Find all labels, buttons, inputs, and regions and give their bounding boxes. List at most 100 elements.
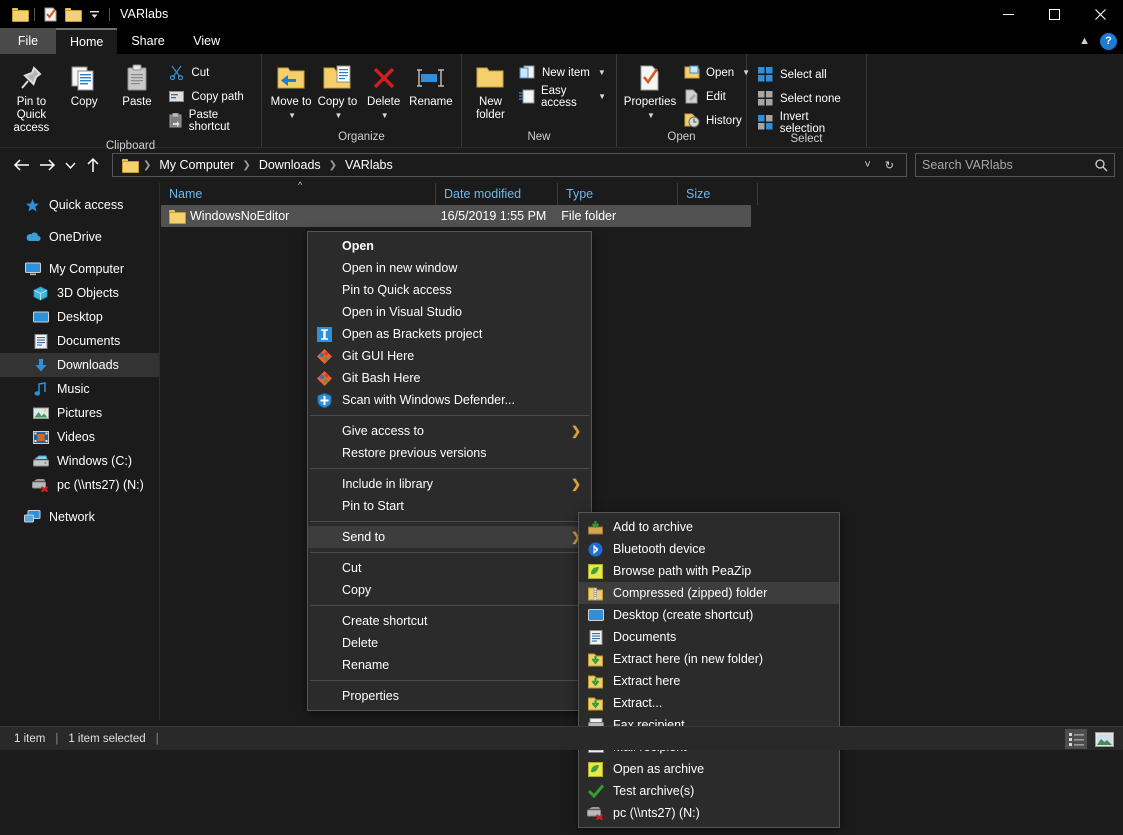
menu-item-open-as-brackets-project[interactable]: Open as Brackets project <box>308 323 591 345</box>
delete-button[interactable]: Delete ▼ <box>361 58 407 124</box>
menu-item-rename[interactable]: Rename <box>308 654 591 676</box>
sidebar-item-desktop[interactable]: Desktop <box>0 305 159 329</box>
large-icons-view-button[interactable] <box>1093 729 1115 749</box>
select-none-button[interactable]: Select none <box>753 88 860 109</box>
chevron-down-icon[interactable]: ▼ <box>334 111 342 120</box>
chevron-down-icon[interactable]: ▼ <box>598 92 606 101</box>
chevron-down-icon[interactable]: ▼ <box>647 111 655 120</box>
chevron-down-icon[interactable]: ˅ <box>858 159 876 171</box>
menu-item-properties[interactable]: Properties <box>308 685 591 707</box>
sidebar-item-downloads[interactable]: Downloads <box>0 353 159 377</box>
minimize-button[interactable] <box>985 0 1031 28</box>
customize-dropdown-icon[interactable] <box>83 3 105 25</box>
submenu-item-documents[interactable]: Documents <box>579 626 839 648</box>
rename-button[interactable]: Rename <box>407 58 455 113</box>
copy-button[interactable]: Copy <box>59 58 110 113</box>
menu-item-include-in-library[interactable]: Include in library ❯ <box>308 473 591 495</box>
column-header-name[interactable]: ^ Name <box>161 180 436 205</box>
chevron-up-icon[interactable]: ▲ <box>1079 35 1090 47</box>
move-to-button[interactable]: Move to ▼ <box>268 58 314 124</box>
column-header-type[interactable]: Type <box>558 183 678 205</box>
sidebar-item-pc-nts27[interactable]: pc (\\nts27) (N:) <box>0 473 159 497</box>
help-icon[interactable]: ? <box>1100 32 1117 50</box>
menu-item-cut[interactable]: Cut <box>308 557 591 579</box>
menu-item-create-shortcut[interactable]: Create shortcut <box>308 610 591 632</box>
menu-item-pin-to-start[interactable]: Pin to Start <box>308 495 591 517</box>
tab-share[interactable]: Share <box>117 28 178 54</box>
submenu-item-extract-here[interactable]: Extract here <box>579 670 839 692</box>
submenu-item-bluetooth-device[interactable]: Bluetooth device <box>579 538 839 560</box>
search-input[interactable]: Search VARlabs <box>915 153 1115 177</box>
menu-item-pin-to-quick-access[interactable]: Pin to Quick access <box>308 279 591 301</box>
new-folder-button[interactable]: New folder <box>468 58 513 126</box>
menu-item-open-in-new-window[interactable]: Open in new window <box>308 257 591 279</box>
tab-file[interactable]: File <box>0 28 56 54</box>
column-header-date-modified[interactable]: Date modified <box>436 183 558 205</box>
submenu-item-desktop-create-shortcut[interactable]: Desktop (create shortcut) <box>579 604 839 626</box>
sidebar-item-3d-objects[interactable]: 3D Objects <box>0 281 159 305</box>
sidebar-item-quick-access[interactable]: Quick access <box>0 193 159 217</box>
menu-item-copy[interactable]: Copy <box>308 579 591 601</box>
sidebar-item-onedrive[interactable]: OneDrive <box>0 225 159 249</box>
submenu-item-test-archives[interactable]: Test archive(s) <box>579 780 839 802</box>
paste-shortcut-button[interactable]: Paste shortcut <box>164 109 255 133</box>
menu-item-give-access-to[interactable]: Give access to ❯ <box>308 420 591 442</box>
new-item-button[interactable]: New item ▼ <box>515 62 610 83</box>
details-view-button[interactable] <box>1065 729 1087 749</box>
paste-button[interactable]: Paste <box>112 58 163 113</box>
recent-locations-button[interactable] <box>60 152 80 178</box>
sidebar-item-network[interactable]: Network <box>0 505 159 529</box>
menu-item-open-in-visual-studio[interactable]: Open in Visual Studio <box>308 301 591 323</box>
tab-home[interactable]: Home <box>56 28 118 54</box>
tab-view[interactable]: View <box>179 28 235 54</box>
open-button[interactable]: Open ▼ <box>679 62 754 83</box>
search-icon[interactable] <box>1095 158 1108 172</box>
sidebar-item-videos[interactable]: Videos <box>0 425 159 449</box>
menu-item-open[interactable]: Open <box>308 235 591 257</box>
invert-selection-button[interactable]: Invert selection <box>753 111 860 135</box>
cut-button[interactable]: Cut <box>164 62 255 83</box>
menu-item-delete[interactable]: Delete <box>308 632 591 654</box>
submenu-item-open-as-archive[interactable]: Open as archive <box>579 758 839 780</box>
menu-item-git-gui-here[interactable]: Git GUI Here <box>308 345 591 367</box>
column-header-size[interactable]: Size <box>678 183 758 205</box>
breadcrumb-item-downloads[interactable]: Downloads <box>254 158 326 172</box>
history-button[interactable]: History <box>679 110 754 131</box>
pin-to-quick-access-button[interactable]: Pin to Quick access <box>6 58 57 140</box>
chevron-down-icon[interactable]: ▼ <box>598 68 606 77</box>
menu-item-send-to[interactable]: Send to ❯ <box>308 526 591 548</box>
select-all-button[interactable]: Select all <box>753 64 860 85</box>
back-button[interactable] <box>8 152 34 178</box>
submenu-item-pc-nts27[interactable]: pc (\\nts27) (N:) <box>579 802 839 824</box>
menu-item-git-bash-here[interactable]: Git Bash Here <box>308 367 591 389</box>
up-button[interactable] <box>80 152 106 178</box>
menu-item-scan-with-windows-defender[interactable]: Scan with Windows Defender... <box>308 389 591 411</box>
new-folder-icon[interactable] <box>61 3 83 25</box>
easy-access-button[interactable]: Easy access ▼ <box>515 85 610 109</box>
submenu-item-extract[interactable]: Extract... <box>579 692 839 714</box>
forward-button[interactable] <box>34 152 60 178</box>
close-button[interactable] <box>1077 0 1123 28</box>
sidebar-item-music[interactable]: Music <box>0 377 159 401</box>
submenu-item-extract-here-in-new-folder[interactable]: Extract here (in new folder) <box>579 648 839 670</box>
maximize-button[interactable] <box>1031 0 1077 28</box>
sidebar-item-documents[interactable]: Documents <box>0 329 159 353</box>
breadcrumb-item-varlabs[interactable]: VARlabs <box>340 158 398 172</box>
folder-icon[interactable] <box>8 3 30 25</box>
table-row[interactable]: WindowsNoEditor 16/5/2019 1:55 PM File f… <box>161 205 751 227</box>
refresh-icon[interactable]: ↻ <box>879 159 900 172</box>
sidebar-item-windows-c[interactable]: Windows (C:) <box>0 449 159 473</box>
sidebar-item-pictures[interactable]: Pictures <box>0 401 159 425</box>
chevron-down-icon[interactable]: ▼ <box>288 111 296 120</box>
edit-button[interactable]: Edit <box>679 86 754 107</box>
breadcrumb[interactable]: ❯ My Computer ❯ Downloads ❯ VARlabs ˅ ↻ <box>112 153 907 177</box>
submenu-item-browse-path-with-peazip[interactable]: Browse path with PeaZip <box>579 560 839 582</box>
menu-item-restore-previous-versions[interactable]: Restore previous versions <box>308 442 591 464</box>
properties-icon[interactable] <box>39 3 61 25</box>
sidebar-item-my-computer[interactable]: My Computer <box>0 257 159 281</box>
breadcrumb-item-my-computer[interactable]: My Computer <box>154 158 239 172</box>
copy-to-button[interactable]: Copy to ▼ <box>314 58 360 124</box>
properties-button[interactable]: Properties ▼ <box>623 58 677 124</box>
chevron-down-icon[interactable]: ▼ <box>381 111 389 120</box>
copy-path-button[interactable]: Copy path <box>164 86 255 107</box>
